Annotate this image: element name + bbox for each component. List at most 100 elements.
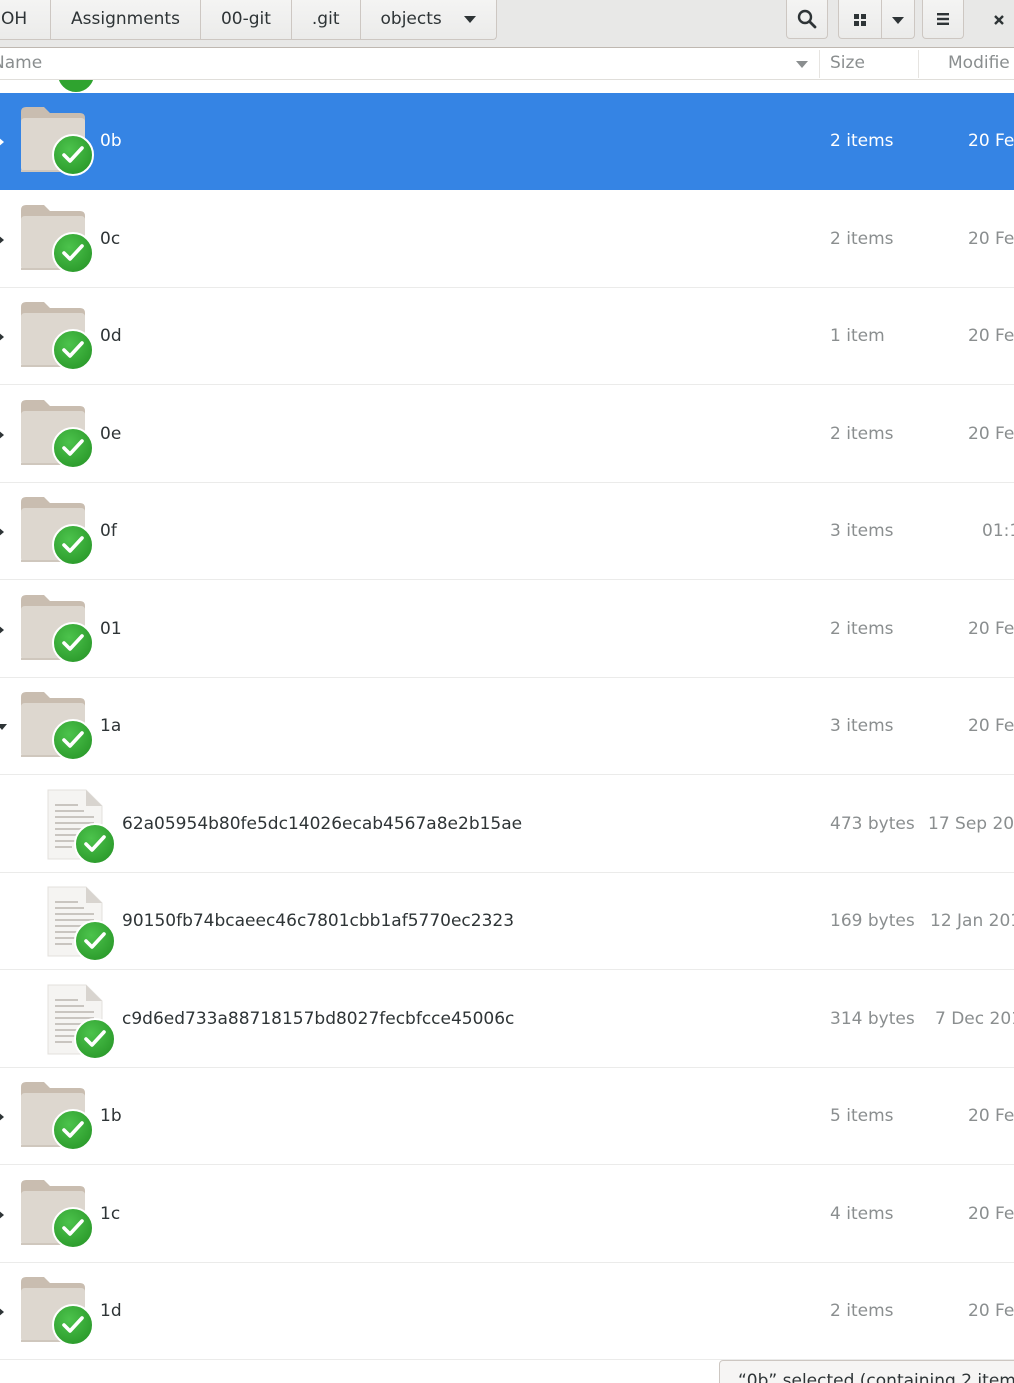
- checkmark-badge-icon: [52, 427, 94, 469]
- breadcrumb-label: 00-git: [220, 9, 271, 29]
- expander-closed-icon[interactable]: [0, 235, 4, 245]
- checkmark-icon: [62, 1121, 84, 1138]
- folder-icon: [20, 301, 96, 381]
- item-size: 5 items: [830, 1106, 894, 1126]
- item-name: c9d6ed733a88718157bd8027fecbfcce45006c: [122, 1009, 515, 1029]
- chevron-down-icon[interactable]: [463, 16, 476, 23]
- item-size: 3 items: [830, 716, 894, 736]
- item-name: 0c: [100, 229, 121, 249]
- file-row[interactable]: c9d6ed733a88718157bd8027fecbfcce45006c 31…: [0, 971, 1014, 1068]
- item-name: 1b: [100, 1106, 122, 1126]
- checkmark-icon: [62, 731, 84, 748]
- checkmark-badge-icon: [74, 823, 116, 865]
- folder-row[interactable]: 1d 2 items 20 Fe: [0, 1263, 1014, 1360]
- file-row[interactable]: 90150fb74bcaeec46c7801cbb1af5770ec2323 16…: [0, 873, 1014, 970]
- item-name: 01: [100, 619, 122, 639]
- item-modified: 20 Fe: [968, 131, 1014, 151]
- expander-closed-icon[interactable]: [0, 1210, 4, 1220]
- item-size: 2 items: [830, 619, 894, 639]
- breadcrumb-item-assignments[interactable]: Assignments: [51, 0, 201, 39]
- item-modified: 20 Fe: [968, 1106, 1014, 1126]
- checkmark-icon: [62, 244, 84, 261]
- folder-row[interactable]: 0f 3 items 01:1: [0, 483, 1014, 580]
- folder-row[interactable]: 0b 2 items 20 Fe: [0, 93, 1014, 190]
- checkmark-icon: [84, 932, 106, 949]
- item-size: 4 items: [830, 1204, 894, 1224]
- column-divider[interactable]: [918, 50, 919, 78]
- folder-row[interactable]: 0d 1 item 20 Fe: [0, 288, 1014, 385]
- checkmark-badge-icon: [52, 1304, 94, 1346]
- item-size: 3 items: [830, 521, 894, 541]
- checkmark-badge-icon: [52, 1109, 94, 1151]
- column-name-header[interactable]: Name: [0, 48, 42, 80]
- item-modified: 20 Fe: [968, 1204, 1014, 1224]
- folder-icon: [20, 1276, 96, 1356]
- item-modified: 7 Dec 201: [935, 1009, 1014, 1029]
- checkmark-icon: [62, 341, 84, 358]
- item-name: 0d: [100, 326, 122, 346]
- item-modified: 20 Fe: [968, 229, 1014, 249]
- breadcrumb: OH Assignments 00-git .git objects: [0, 0, 497, 40]
- item-size: 473 bytes: [830, 814, 915, 834]
- file-row[interactable]: 62a05954b80fe5dc14026ecab4567a8e2b15ae 47…: [0, 776, 1014, 873]
- item-modified: 20 Fe: [968, 326, 1014, 346]
- expander-closed-icon[interactable]: [0, 1307, 4, 1317]
- view-options-button[interactable]: [881, 0, 914, 38]
- text-file-icon: [46, 886, 122, 966]
- item-size: 2 items: [830, 229, 894, 249]
- checkmark-icon: [84, 1030, 106, 1047]
- checkmark-badge-icon: [52, 719, 94, 761]
- folder-row[interactable]: 1b 5 items 20 Fe: [0, 1068, 1014, 1165]
- breadcrumb-item-objects[interactable]: objects: [361, 0, 496, 39]
- checkmark-badge-icon: [56, 80, 96, 94]
- expander-closed-icon[interactable]: [0, 137, 4, 147]
- item-name: 1c: [100, 1204, 121, 1224]
- main-menu-button[interactable]: [922, 0, 964, 39]
- folder-row[interactable]: 1c 4 items 20 Fe: [0, 1166, 1014, 1263]
- item-name: 0b: [100, 131, 122, 151]
- folder-row[interactable]: 1a 3 items 20 Fe: [0, 678, 1014, 775]
- view-switcher: [838, 0, 915, 39]
- folder-icon: [20, 106, 96, 186]
- column-size-header[interactable]: Size: [830, 48, 865, 80]
- checkmark-badge-icon: [52, 134, 94, 176]
- grid-view-button[interactable]: [839, 0, 881, 38]
- item-size: 169 bytes: [830, 911, 915, 931]
- item-name: 62a05954b80fe5dc14026ecab4567a8e2b15ae: [122, 814, 523, 834]
- item-modified: 20 Fe: [968, 716, 1014, 736]
- file-list: 0b 2 items 20 Fe 0c 2 items 20 Fe 0d 1 item 20 F…: [0, 80, 1014, 1383]
- expander-closed-icon[interactable]: [0, 625, 4, 635]
- item-modified: 20 Fe: [968, 619, 1014, 639]
- folder-icon: [20, 1179, 96, 1259]
- breadcrumb-item-git[interactable]: .git: [292, 0, 361, 39]
- folder-row[interactable]: 0e 2 items 20 Fe: [0, 386, 1014, 483]
- breadcrumb-item-00-git[interactable]: 00-git: [201, 0, 292, 39]
- item-size: 1 item: [830, 326, 885, 346]
- expander-closed-icon[interactable]: [0, 332, 4, 342]
- expander-closed-icon[interactable]: [0, 1112, 4, 1122]
- search-button[interactable]: [786, 0, 828, 39]
- item-name: 0f: [100, 521, 117, 541]
- close-button[interactable]: [984, 0, 1014, 39]
- search-icon: [797, 9, 817, 29]
- item-modified: 20 Fe: [968, 424, 1014, 444]
- item-name: 0e: [100, 424, 122, 444]
- checkmark-icon: [62, 536, 84, 553]
- folder-icon: [20, 594, 96, 674]
- expander-open-icon[interactable]: [0, 724, 7, 730]
- checkmark-icon: [62, 634, 84, 651]
- checkmark-icon: [62, 439, 84, 456]
- breadcrumb-item-oh[interactable]: OH: [0, 0, 51, 39]
- expander-closed-icon[interactable]: [0, 527, 4, 537]
- column-modified-header[interactable]: Modifie: [948, 48, 1010, 80]
- column-header: Name Size Modifie: [0, 48, 1014, 80]
- grid-view-icon: [854, 13, 866, 26]
- checkmark-badge-icon: [74, 1018, 116, 1060]
- folder-icon: [20, 399, 96, 479]
- status-overlay: “0b” selected (containing 2 items): [719, 1360, 1014, 1383]
- folder-row[interactable]: 01 2 items 20 Fe: [0, 581, 1014, 678]
- folder-row[interactable]: 0c 2 items 20 Fe: [0, 191, 1014, 288]
- expander-closed-icon[interactable]: [0, 430, 4, 440]
- file-manager-window: OH Assignments 00-git .git objects ame S…: [0, 0, 1014, 1383]
- column-divider[interactable]: [819, 50, 820, 78]
